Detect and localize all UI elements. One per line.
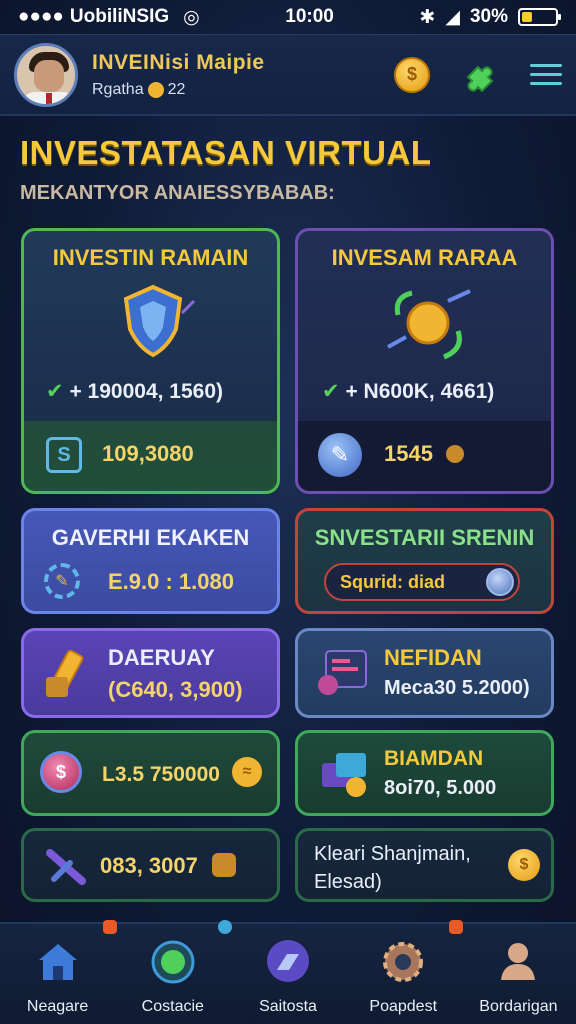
transfer-icon: S — [46, 437, 82, 473]
card-d-title: SNVESTARII SRENIN — [314, 525, 535, 550]
card-c-value: E.9.0 : 1.080 — [108, 569, 234, 594]
settings-gear-icon — [383, 942, 424, 982]
check-icon: ✔ — [322, 380, 340, 403]
nav-label: Costacie — [141, 998, 204, 1015]
trend-icon — [267, 940, 309, 982]
user-sub: Rgatha 22 — [92, 81, 265, 99]
shield-icon — [123, 284, 196, 358]
nav-label: Poapdest — [369, 998, 438, 1015]
card-c-title: GAVERHI EKAKEN — [51, 525, 250, 550]
card-j-line1: Kleari Shanjmain, — [314, 843, 471, 865]
investment-card-e[interactable]: DAERUAY (C640, 3,900) — [21, 628, 280, 718]
page-title: INVESTATASAN VIRTUAL — [20, 134, 432, 171]
wrench-icon: ✎ — [318, 433, 362, 477]
nav-item-profile[interactable]: Bordarigan — [461, 924, 576, 1024]
nav-item-contacts[interactable]: Costacie — [115, 920, 233, 1024]
card-b-value-strip: ✎ 1545 — [298, 421, 551, 491]
nav-item-home[interactable]: Neagare — [0, 920, 118, 1024]
chart-board-icon — [318, 650, 367, 695]
user-info: INVEINisi Maipie Rgatha 22 — [92, 51, 265, 99]
card-g-value: L3.5 750000 — [102, 763, 220, 786]
investment-card-d[interactable]: SNVESTARII SRENIN Squrid: diad — [295, 508, 554, 614]
nav-label: Bordarigan — [479, 998, 558, 1015]
card-b-value: 1545 — [384, 441, 433, 466]
coin-icon: $ — [508, 849, 540, 881]
strategy-toggle[interactable]: Squrid: diad — [324, 563, 520, 601]
chest-icon — [212, 853, 236, 877]
header-actions: $ — [394, 55, 562, 95]
card-j-line2: Elesad) — [314, 871, 382, 893]
user-sub-label: Rgatha — [92, 80, 144, 98]
card-b-title: INVESAM RARAA — [331, 245, 518, 270]
page-subtitle: MEKANTYOR ANAIESSYBABAB: — [20, 182, 335, 204]
globe-icon — [151, 940, 195, 984]
card-a-stat: + 190004, 1560) — [69, 380, 224, 403]
card-a-value: 109,3080 — [102, 441, 194, 466]
coin-icon: ≈ — [232, 757, 262, 787]
toggle-label: Squrid: diad — [340, 571, 445, 592]
nav-item-updates[interactable]: Poapdest — [346, 920, 463, 1024]
home-icon — [38, 944, 77, 980]
nav-label: Neagare — [26, 998, 89, 1015]
coin-icon — [147, 81, 164, 98]
tools-icon — [46, 849, 86, 885]
carrier-name: UobiliNSIG — [69, 6, 170, 27]
card-b-stat-row: ✔ + N600K, 4661) — [322, 379, 494, 404]
card-e-value: (C640, 3,900) — [108, 677, 243, 702]
investment-card-g[interactable]: $ L3.5 750000 ≈ — [21, 730, 280, 816]
card-h-title: BIAMDAN — [384, 747, 484, 770]
card-f-title: NEFIDAN — [384, 645, 482, 670]
coin-button[interactable]: $ — [394, 56, 430, 93]
menu-button[interactable] — [530, 64, 562, 85]
status-bar: ●●●● UobiliNSIG ◎ 10:00 ✱ ◢ 30% — [0, 0, 576, 34]
status-left: ●●●● UobiliNSIG ◎ — [18, 6, 200, 29]
card-h-value: 8oi70, 5.000 — [384, 777, 497, 799]
card-a-stat-row: ✔ + 190004, 1560) — [46, 379, 223, 404]
card-b-stat: + N600K, 4661) — [345, 380, 495, 403]
status-right: ✱ ◢ 30% — [419, 6, 561, 29]
pencil-icon — [46, 649, 84, 697]
investment-card-a[interactable]: INVESTIN RAMAIN ✔ + 190004, 1560) S 109,… — [21, 228, 280, 494]
investment-card-i[interactable]: 083, 3007 — [21, 828, 280, 902]
card-f-value: Meca30 5.2000) — [384, 677, 530, 699]
wifi-icon: ◎ — [183, 6, 200, 28]
cash-stack-icon — [322, 753, 366, 797]
battery-fill — [521, 12, 532, 22]
gear-icon: ✎ — [44, 563, 80, 599]
nav-item-stats[interactable]: Saitosta — [230, 924, 345, 1024]
app-header: INVEINisi Maipie Rgatha 22 $ — [0, 34, 576, 116]
signal-icon: ◢ — [445, 6, 460, 28]
card-e-title: DAERUAY — [108, 645, 215, 670]
investment-card-h[interactable]: BIAMDAN 8oi70, 5.000 — [295, 730, 554, 816]
signal-dots-icon: ●●●● — [18, 6, 64, 27]
card-a-title: INVESTIN RAMAIN — [52, 245, 249, 270]
avatar[interactable] — [14, 42, 78, 107]
dollar-badge-icon: $ — [40, 751, 82, 793]
battery-percent: 30% — [469, 6, 508, 27]
user-icon — [501, 943, 536, 980]
battery-icon — [517, 8, 561, 26]
check-icon: ✔ — [46, 380, 64, 403]
investment-card-f[interactable]: NEFIDAN Meca30 5.2000) — [295, 628, 554, 718]
bluetooth-icon: ✱ — [419, 6, 436, 28]
user-name: INVEINisi Maipie — [92, 50, 265, 74]
user-sub-value: 22 — [167, 80, 186, 98]
investment-card-c[interactable]: GAVERHI EKAKEN ✎ E.9.0 : 1.080 — [21, 508, 280, 614]
bottom-nav: Neagare Costacie Saitosta Poapdest Borda… — [0, 920, 576, 1024]
puzzle-icon[interactable] — [460, 55, 500, 95]
toggle-knob[interactable] — [486, 568, 514, 596]
coin-tools-icon — [387, 289, 471, 360]
bag-icon — [446, 445, 464, 463]
investment-card-j[interactable]: Kleari Shanjmain, Elesad) $ — [295, 828, 554, 902]
status-time: 10:00 — [285, 6, 334, 27]
nav-label: Saitosta — [259, 998, 317, 1015]
card-i-value: 083, 3007 — [100, 853, 198, 878]
card-a-value-strip: S 109,3080 — [24, 421, 277, 491]
investment-card-b[interactable]: INVESAM RARAA ✔ + N600K, 4661) ✎ 1545 — [295, 228, 554, 494]
